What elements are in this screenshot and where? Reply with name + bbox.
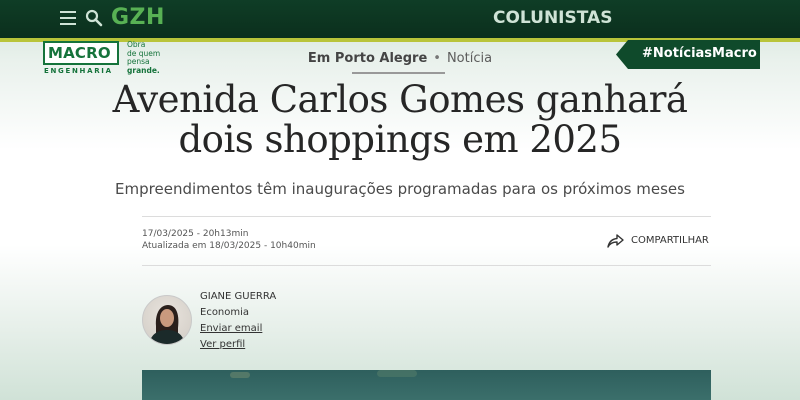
send-email-link[interactable]: Enviar email [200, 321, 276, 337]
author-info: GIANE GUERRA Economia Enviar email Ver p… [200, 289, 276, 353]
share-label: COMPARTILHAR [631, 235, 709, 246]
search-icon[interactable] [85, 9, 103, 27]
macro-tagline-line: grande. [127, 65, 160, 75]
updated-date: Atualizada em 18/03/2025 - 10h40min [142, 241, 316, 251]
share-icon [607, 234, 624, 248]
published-date: 17/03/2025 - 20h13min [142, 229, 249, 239]
kicker-separator: • [433, 51, 441, 66]
article-hero-image [142, 370, 711, 400]
kicker-place[interactable]: Em Porto Alegre [308, 51, 427, 66]
author-name[interactable]: GIANE GUERRA [200, 289, 276, 305]
section-title[interactable]: COLUNISTAS [493, 8, 612, 28]
top-navigation-bar: GZH COLUNISTAS [0, 0, 800, 38]
kicker-underline [352, 72, 445, 74]
article-subtitle: Empreendimentos têm inaugurações program… [115, 180, 685, 198]
article-kicker: Em Porto Alegre • Notícia [0, 51, 800, 66]
hero-image-detail [230, 372, 250, 378]
view-profile-link[interactable]: Ver perfil [200, 337, 276, 353]
hero-image-detail [377, 370, 417, 377]
gzh-logo[interactable]: GZH [111, 5, 165, 30]
macro-brand-sub: ENGENHARIA [44, 67, 113, 75]
divider [142, 216, 711, 217]
article-headline: Avenida Carlos Gomes ganhará dois shoppi… [112, 78, 688, 161]
author-portrait [149, 305, 185, 344]
divider [142, 265, 711, 266]
kicker-type: Notícia [446, 51, 493, 66]
author-avatar[interactable] [142, 295, 192, 345]
author-section: Economia [200, 307, 250, 318]
menu-icon[interactable] [60, 11, 76, 25]
article-dates: 17/03/2025 - 20h13min Atualizada em 18/0… [142, 228, 316, 252]
